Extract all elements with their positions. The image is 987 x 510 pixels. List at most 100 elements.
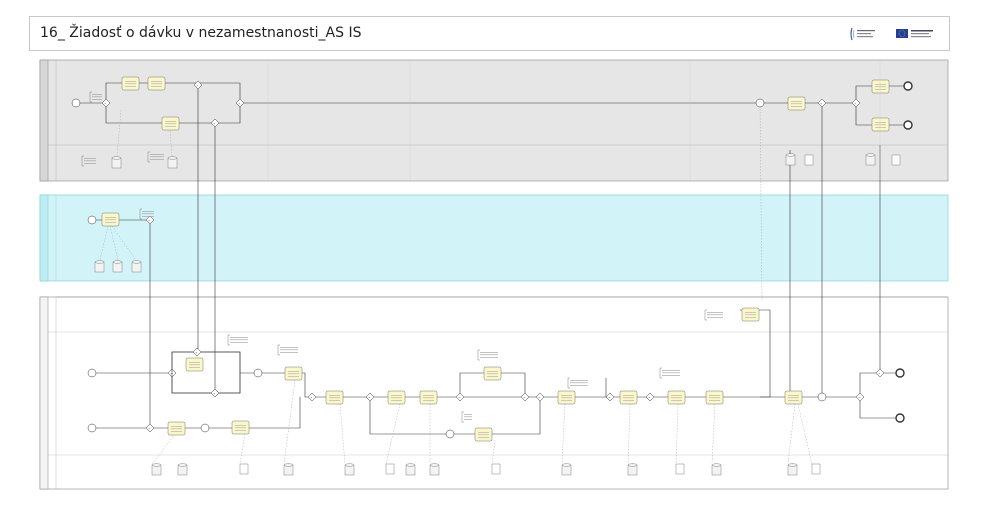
annotation-text (480, 354, 498, 356)
annotation-text (480, 352, 498, 353)
gateway-mark: × (148, 218, 150, 222)
annotation-text (570, 382, 588, 384)
gateway-mark: × (196, 83, 198, 87)
data-store-top (711, 463, 722, 467)
task-text (165, 126, 176, 127)
task-text (875, 124, 886, 126)
data-store-top (111, 156, 122, 160)
task-text (391, 397, 402, 399)
task-text (478, 432, 489, 433)
annotation-text (84, 158, 96, 159)
annotation-text (662, 370, 680, 371)
data-store-top (785, 153, 796, 157)
annotation-text (92, 99, 102, 100)
end-event (903, 81, 913, 91)
task-text (561, 397, 572, 399)
data-store-top (561, 463, 572, 467)
task-text (151, 86, 162, 87)
start-event (445, 429, 455, 439)
task-text (875, 122, 886, 123)
data-object (804, 154, 814, 166)
annotation-text (662, 375, 680, 376)
task-text (171, 431, 182, 432)
data-store-top (167, 156, 178, 160)
data-object (239, 463, 249, 475)
data-store-top (283, 463, 294, 467)
end-event (895, 368, 905, 378)
task-text (189, 364, 200, 366)
annotation-text (142, 213, 154, 215)
data-store-top (405, 463, 416, 467)
task-text (125, 81, 136, 82)
annotation-text (280, 347, 298, 348)
data-object (491, 463, 501, 475)
annotation-text (707, 317, 723, 318)
task-text (329, 400, 340, 401)
task-text (709, 395, 720, 396)
gateway-mark: × (820, 101, 822, 105)
gateway-mark: × (310, 395, 312, 399)
annotation-text (707, 314, 723, 316)
task-text (745, 317, 756, 318)
start-event (87, 368, 97, 378)
task-text (171, 428, 182, 430)
data-object (675, 463, 685, 475)
task-text (709, 400, 720, 401)
task-text (189, 362, 200, 363)
data-store-top (112, 260, 123, 264)
task-text (671, 400, 682, 401)
pool-middle (39, 194, 949, 282)
task-text (478, 437, 489, 438)
task-text (623, 400, 634, 401)
task-text (288, 371, 299, 372)
annotation-text (84, 160, 96, 162)
data-store-top (429, 463, 440, 467)
annotation-text (280, 349, 298, 351)
task-text (487, 376, 498, 377)
task-text (671, 395, 682, 396)
gateway-mark: × (238, 101, 240, 105)
start-event (253, 368, 263, 378)
task-text (423, 397, 434, 399)
task-text (623, 395, 634, 396)
task-text (788, 395, 799, 396)
task-text (288, 376, 299, 377)
end-event (903, 120, 913, 130)
annotation-text (230, 337, 248, 338)
start-event (87, 215, 97, 225)
data-store-top (131, 260, 142, 264)
annotation-text (92, 96, 102, 98)
annotation-text (150, 156, 164, 158)
task-text (788, 397, 799, 399)
data-object (385, 463, 395, 475)
task-text (288, 373, 299, 375)
data-store-top (151, 463, 162, 467)
task-text (423, 395, 434, 396)
task-text (151, 83, 162, 85)
task-text (561, 395, 572, 396)
end-event (895, 413, 905, 423)
task-text (875, 89, 886, 90)
task-text (235, 430, 246, 431)
task-text (329, 397, 340, 399)
task-text (151, 81, 162, 82)
gateway-mark: × (608, 395, 610, 399)
start-event (755, 98, 765, 108)
task-text (329, 395, 340, 396)
start-event (200, 423, 210, 433)
task-text (105, 222, 116, 223)
task-text (235, 425, 246, 426)
gateway-mark: × (195, 350, 197, 354)
data-object (891, 154, 901, 166)
task-text (478, 434, 489, 436)
task-text (105, 217, 116, 218)
gateway-mark: × (858, 395, 860, 399)
gateway-mark: × (648, 395, 650, 399)
annotation-text (570, 385, 588, 386)
gateway-mark: × (104, 101, 106, 105)
gateway-mark: × (213, 391, 215, 395)
task-text (791, 106, 802, 107)
gateway-mark: × (878, 371, 880, 375)
annotation-text (142, 211, 154, 212)
annotation-text (464, 419, 472, 420)
